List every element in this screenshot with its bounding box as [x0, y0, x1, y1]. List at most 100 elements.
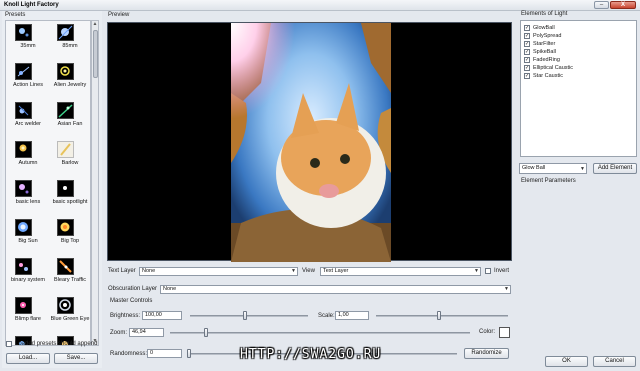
- brightness-label: Brightness:: [110, 313, 141, 319]
- scale-label: Scale:: [318, 313, 335, 319]
- preset-blue-green-eye[interactable]: Blue Green Eye: [50, 295, 90, 333]
- preset-35mm[interactable]: 35mm: [8, 22, 48, 60]
- element-label: Star Caustic: [533, 73, 563, 79]
- element-checkbox[interactable]: ✓: [524, 65, 530, 71]
- scroll-up-icon[interactable]: ▲: [92, 21, 98, 28]
- view-value: Text Layer: [323, 268, 349, 274]
- brightness-input[interactable]: 100,00: [142, 311, 182, 320]
- zoom-slider[interactable]: [170, 332, 470, 334]
- preset-binary-system[interactable]: binary system: [8, 256, 48, 294]
- element-checkbox[interactable]: ✓: [524, 49, 530, 55]
- randomize-button[interactable]: Randomize: [464, 348, 509, 359]
- color-label: Color:: [479, 329, 496, 335]
- preset-thumbnail: [57, 297, 74, 314]
- preset-thumbnail: [57, 258, 74, 275]
- preset-85mm[interactable]: 85mm: [50, 22, 90, 60]
- brightness-slider-knob[interactable]: [243, 311, 247, 320]
- invert-checkbox[interactable]: [485, 268, 491, 274]
- append-label: Loaded presets should append: [15, 341, 98, 347]
- preset-label: 85mm: [62, 43, 78, 49]
- zoom-input[interactable]: 46,94: [129, 328, 164, 337]
- minimize-button[interactable]: –: [594, 1, 609, 9]
- text-layer-value: None: [142, 268, 156, 274]
- add-element-button[interactable]: Add Element: [593, 163, 637, 174]
- preset-arc-welder[interactable]: Arc welder: [8, 100, 48, 138]
- preset-asian-fan[interactable]: Asian Fan: [50, 100, 90, 138]
- chevron-down-icon: ▼: [291, 268, 296, 274]
- window-title: Knoll Light Factory: [4, 2, 59, 8]
- preset-thumbnail: [57, 63, 74, 80]
- element-label: SpikeBall: [533, 49, 556, 55]
- preset-basic-lens[interactable]: basic lens: [8, 178, 48, 216]
- save-button[interactable]: Save...: [54, 353, 98, 364]
- preset-alien-jewelry[interactable]: Alien Jewelry: [50, 61, 90, 99]
- element-parameters-label: Element Parameters: [521, 178, 576, 184]
- element-checkbox[interactable]: ✓: [524, 25, 530, 31]
- preset-thumbnail: [15, 24, 32, 41]
- preset-label: Blimp flare: [15, 316, 41, 322]
- zoom-slider-knob[interactable]: [204, 328, 208, 337]
- element-label: StarFilter: [533, 41, 556, 47]
- preset-thumbnail: [57, 219, 74, 236]
- preset-basic-spotlight[interactable]: basic spotlight: [50, 178, 90, 216]
- element-type-select[interactable]: Glow Ball ▼: [519, 163, 587, 174]
- preset-big-sun[interactable]: Big Sun: [8, 217, 48, 255]
- preset-label: basic lens: [15, 199, 41, 205]
- element-checkbox[interactable]: ✓: [524, 41, 530, 47]
- preset-barlow[interactable]: Barlow: [50, 139, 90, 177]
- element-checkbox[interactable]: ✓: [524, 57, 530, 63]
- presets-panel: Presets 35mm 85mm Action Lines Alien Jew…: [2, 11, 102, 368]
- preset-label: Blue Green Eye: [50, 316, 90, 322]
- view-label: View: [302, 268, 315, 274]
- preset-action-lines[interactable]: Action Lines: [8, 61, 48, 99]
- scale-slider[interactable]: [376, 315, 508, 317]
- preset-label: Autumn: [18, 160, 38, 166]
- obscuration-value: None: [163, 286, 177, 292]
- load-button[interactable]: Load...: [6, 353, 50, 364]
- elements-list: ✓ GlowBall ✓ PolySpread ✓ StarFilter ✓ Spike…: [520, 20, 637, 157]
- element-label: PolySpread: [533, 33, 562, 39]
- preset-big-top[interactable]: Big Top: [50, 217, 90, 255]
- preset-label: Big Top: [60, 238, 80, 244]
- preset-autumn[interactable]: Autumn: [8, 139, 48, 177]
- preview-image: [231, 23, 391, 262]
- scale-slider-knob[interactable]: [437, 311, 441, 320]
- scroll-thumb[interactable]: [93, 30, 98, 78]
- brightness-slider[interactable]: [190, 315, 308, 317]
- preset-bleary-traffic[interactable]: Bleary Traffic: [50, 256, 90, 294]
- preview-label: Preview: [108, 12, 130, 18]
- preview-canvas[interactable]: [107, 22, 512, 262]
- preset-label: basic spotlight: [52, 199, 88, 205]
- preset-label: Asian Fan: [57, 121, 83, 127]
- color-swatch[interactable]: [499, 327, 510, 338]
- append-checkbox[interactable]: [6, 341, 12, 347]
- chevron-down-icon: ▼: [580, 166, 585, 172]
- zoom-label: Zoom:: [110, 330, 128, 336]
- preset-label: Barlow: [61, 160, 79, 166]
- view-select[interactable]: Text Layer ▼: [320, 267, 481, 276]
- element-checkbox[interactable]: ✓: [524, 33, 530, 39]
- text-layer-select[interactable]: None ▼: [139, 267, 298, 276]
- ok-button[interactable]: OK: [545, 356, 588, 367]
- text-layer-label: Text Layer: [108, 268, 136, 274]
- close-button[interactable]: X: [610, 1, 636, 9]
- chevron-down-icon: ▼: [474, 268, 479, 274]
- cancel-button[interactable]: Cancel: [593, 356, 636, 367]
- preset-thumbnail: [15, 141, 32, 158]
- obscuration-label: Obscuration Layer: [108, 286, 158, 292]
- master-controls-label: Master Controls: [110, 298, 153, 304]
- preset-thumbnail: [15, 219, 32, 236]
- preset-thumbnail: [57, 102, 74, 119]
- randomness-slider-knob[interactable]: [187, 349, 191, 358]
- invert-label: Invert: [494, 268, 510, 274]
- preset-thumbnail: [15, 297, 32, 314]
- element-checkbox[interactable]: ✓: [524, 73, 530, 79]
- scale-input[interactable]: 1,00: [335, 311, 369, 320]
- obscuration-select[interactable]: None ▼: [160, 285, 511, 294]
- preset-thumbnail: [15, 102, 32, 119]
- preset-thumbnail: [57, 141, 74, 158]
- preset-blimp-flare[interactable]: Blimp flare: [8, 295, 48, 333]
- randomness-input[interactable]: 0: [147, 349, 182, 358]
- preset-label: Big Sun: [18, 238, 38, 244]
- presets-scrollbar[interactable]: ▲ ▼: [91, 20, 99, 346]
